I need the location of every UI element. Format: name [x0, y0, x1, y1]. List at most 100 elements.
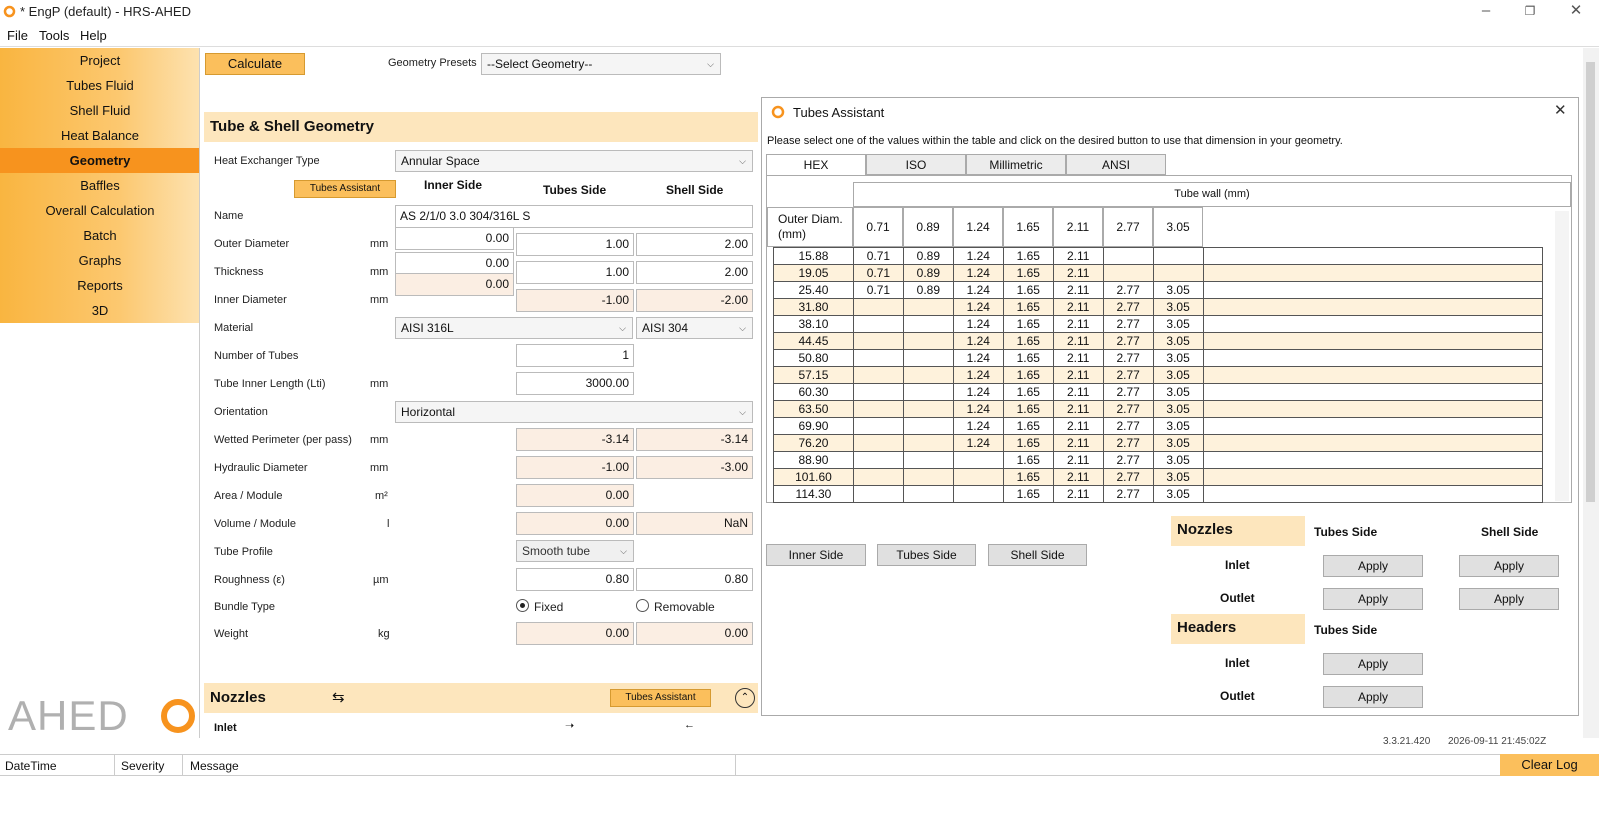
- wall-cell[interactable]: [952, 451, 1004, 469]
- od-cell[interactable]: 101.60: [773, 468, 854, 486]
- tab-ansi[interactable]: ANSI: [1066, 154, 1166, 175]
- wall-cell[interactable]: 1.24: [952, 434, 1004, 452]
- od-cell[interactable]: 57.15: [773, 366, 854, 384]
- wall-cell[interactable]: 2.11: [1052, 434, 1104, 452]
- table-row[interactable]: 50.80 1.24 1.65 2.11 2.77 3.05: [773, 349, 1544, 367]
- table-row[interactable]: 31.80 1.24 1.65 2.11 2.77 3.05: [773, 298, 1544, 316]
- wall-cell[interactable]: 3.05: [1152, 366, 1204, 384]
- od-cell[interactable]: 69.90: [773, 417, 854, 435]
- od-cell[interactable]: 63.50: [773, 400, 854, 418]
- od-cell[interactable]: 25.40: [773, 281, 854, 299]
- bundle-removable-radio[interactable]: [636, 599, 649, 612]
- roughness-tubes-input[interactable]: 0.80: [516, 568, 634, 591]
- wall-cell[interactable]: 2.11: [1052, 366, 1104, 384]
- wall-cell[interactable]: 0.89: [902, 264, 954, 282]
- nav-shell-fluid[interactable]: Shell Fluid: [0, 98, 200, 123]
- wall-cell[interactable]: 3.05: [1152, 485, 1204, 503]
- wall-cell[interactable]: 2.77: [1102, 281, 1154, 299]
- nav-overall-calculation[interactable]: Overall Calculation: [0, 198, 200, 223]
- nozzle-outlet-tubes-apply-button[interactable]: Apply: [1323, 588, 1423, 610]
- table-row[interactable]: 101.60 1.65 2.11 2.77 3.05: [773, 468, 1544, 486]
- od-tubes-input[interactable]: 1.00: [516, 233, 634, 256]
- wall-cell[interactable]: 2.77: [1102, 366, 1154, 384]
- wall-cell[interactable]: 3.05: [1152, 315, 1204, 333]
- tab-hex[interactable]: HEX: [766, 154, 866, 176]
- wall-cell[interactable]: [852, 349, 904, 367]
- wall-cell[interactable]: 1.24: [952, 417, 1004, 435]
- wall-cell[interactable]: 3.05: [1152, 434, 1204, 452]
- wall-cell[interactable]: 1.65: [1002, 298, 1054, 316]
- wall-cell[interactable]: [852, 332, 904, 350]
- wall-cell[interactable]: 3.05: [1152, 451, 1204, 469]
- wall-cell[interactable]: 1.65: [1002, 400, 1054, 418]
- wall-cell[interactable]: 2.77: [1102, 417, 1154, 435]
- wall-cell[interactable]: 2.77: [1102, 298, 1154, 316]
- header-inlet-tubes-apply-button[interactable]: Apply: [1323, 653, 1423, 675]
- tube-length-input[interactable]: 3000.00: [516, 372, 634, 395]
- table-row[interactable]: 60.30 1.24 1.65 2.11 2.77 3.05: [773, 383, 1544, 401]
- od-cell[interactable]: 60.30: [773, 383, 854, 401]
- wall-cell[interactable]: 2.77: [1102, 349, 1154, 367]
- wall-cell[interactable]: 2.11: [1052, 281, 1104, 299]
- table-row[interactable]: 69.90 1.24 1.65 2.11 2.77 3.05: [773, 417, 1544, 435]
- wall-cell[interactable]: 1.24: [952, 247, 1004, 265]
- wall-cell[interactable]: [902, 400, 954, 418]
- wall-cell[interactable]: 1.24: [952, 349, 1004, 367]
- wall-cell[interactable]: 1.65: [1002, 281, 1054, 299]
- wall-cell[interactable]: 1.24: [952, 400, 1004, 418]
- minimize-icon[interactable]: –: [1466, 0, 1506, 24]
- wall-cell[interactable]: [852, 315, 904, 333]
- table-row[interactable]: 15.88 0.71 0.89 1.24 1.65 2.11: [773, 247, 1544, 265]
- od-cell[interactable]: 31.80: [773, 298, 854, 316]
- wall-cell[interactable]: 1.24: [952, 366, 1004, 384]
- wall-cell[interactable]: [902, 451, 954, 469]
- close-icon[interactable]: ✕: [1556, 0, 1596, 24]
- wall-cell[interactable]: [852, 451, 904, 469]
- wall-cell[interactable]: 2.77: [1102, 383, 1154, 401]
- wall-cell[interactable]: [1102, 247, 1154, 265]
- wall-cell[interactable]: 3.05: [1152, 332, 1204, 350]
- wall-cell[interactable]: [1152, 247, 1204, 265]
- wall-cell[interactable]: 3.05: [1152, 349, 1204, 367]
- wall-cell[interactable]: 1.65: [1002, 247, 1054, 265]
- od-cell[interactable]: 38.10: [773, 315, 854, 333]
- table-row[interactable]: 57.15 1.24 1.65 2.11 2.77 3.05: [773, 366, 1544, 384]
- menu-tools[interactable]: Tools: [39, 28, 69, 43]
- th-tubes-input[interactable]: 1.00: [516, 261, 634, 284]
- od-shell-input[interactable]: 2.00: [636, 233, 753, 256]
- table-row[interactable]: 44.45 1.24 1.65 2.11 2.77 3.05: [773, 332, 1544, 350]
- wall-cell[interactable]: [902, 468, 954, 486]
- number-of-tubes-input[interactable]: 1: [516, 344, 634, 367]
- name-input[interactable]: AS 2/1/0 3.0 304/316L S: [395, 205, 753, 228]
- wall-cell[interactable]: 1.24: [952, 281, 1004, 299]
- use-tubes-side-button[interactable]: Tubes Side: [877, 544, 976, 566]
- roughness-shell-input[interactable]: 0.80: [636, 568, 753, 591]
- grid-scrollbar[interactable]: [1555, 211, 1569, 501]
- nav-heat-balance[interactable]: Heat Balance: [0, 123, 200, 148]
- dialog-close-icon[interactable]: ✕: [1554, 101, 1567, 119]
- wall-cell[interactable]: 2.77: [1102, 332, 1154, 350]
- wall-cell[interactable]: [1152, 264, 1204, 282]
- bundle-fixed-radio[interactable]: [516, 599, 529, 612]
- wall-cell[interactable]: 0.71: [852, 264, 904, 282]
- wall-cell[interactable]: 2.77: [1102, 400, 1154, 418]
- collapse-icon[interactable]: ⌃: [735, 688, 755, 708]
- od-cell[interactable]: 88.90: [773, 451, 854, 469]
- wall-cell[interactable]: [902, 315, 954, 333]
- wall-cell[interactable]: [902, 417, 954, 435]
- wall-cell[interactable]: [902, 332, 954, 350]
- wall-cell[interactable]: 1.65: [1002, 315, 1054, 333]
- wall-cell[interactable]: [902, 383, 954, 401]
- restore-icon[interactable]: ❐: [1510, 0, 1550, 24]
- nozzles-tubes-assistant-button[interactable]: Tubes Assistant: [610, 689, 711, 707]
- wall-cell[interactable]: 1.65: [1002, 366, 1054, 384]
- wall-cell[interactable]: 2.11: [1052, 264, 1104, 282]
- table-row[interactable]: 76.20 1.24 1.65 2.11 2.77 3.05: [773, 434, 1544, 452]
- od-cell[interactable]: 44.45: [773, 332, 854, 350]
- wall-cell[interactable]: 3.05: [1152, 417, 1204, 435]
- od-cell[interactable]: 15.88: [773, 247, 854, 265]
- nozzle-inlet-tubes-apply-button[interactable]: Apply: [1323, 555, 1423, 577]
- calculate-button[interactable]: Calculate: [205, 53, 305, 75]
- wall-cell[interactable]: 3.05: [1152, 400, 1204, 418]
- wall-cell[interactable]: [952, 468, 1004, 486]
